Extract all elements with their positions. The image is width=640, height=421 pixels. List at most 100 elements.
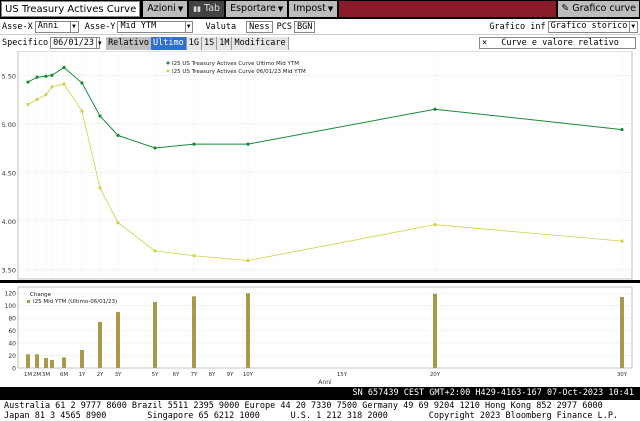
series-point (246, 258, 250, 263)
settings-label: Impost (293, 3, 326, 14)
y-tick-label: 0 (12, 366, 16, 373)
series-point (153, 146, 157, 150)
series-point (246, 142, 250, 146)
series-point (50, 73, 54, 77)
series-point (192, 254, 196, 258)
chevron-down-icon: ▼ (629, 21, 635, 32)
currency-label: Valuta (205, 21, 237, 32)
series-point (62, 82, 66, 86)
change-bar (246, 293, 250, 368)
y-axis-label: Asse-Y (84, 21, 116, 32)
actions-menu[interactable]: Azioni ▼ (143, 1, 188, 17)
currency-value: Ness (249, 21, 270, 32)
series-point (98, 114, 102, 118)
series-point (620, 239, 624, 243)
pcs-label: PCS (276, 21, 292, 32)
settings-menu[interactable]: Impost ▼ (289, 1, 338, 17)
currency-select[interactable]: Ness (246, 20, 273, 33)
x-tick-label: 9Y (227, 372, 234, 378)
period-ultimo[interactable]: Ultimo (151, 36, 187, 50)
legend-marker (166, 69, 170, 73)
series-point (80, 81, 84, 85)
series-point (620, 127, 624, 132)
chevron-down-icon: ▼ (70, 21, 76, 32)
yield-curve-chart: 3.50 4.00 4.50 5.00 5.50 I25 US Treasury Acti… (0, 50, 640, 386)
change-legend-marker (27, 300, 30, 303)
actions-label: Azioni (147, 3, 176, 14)
change-bar (26, 354, 30, 368)
x-tick-label: 30Y (617, 372, 628, 378)
chevron-down-icon: ▼ (184, 21, 191, 32)
change-bar (192, 296, 196, 368)
close-icon[interactable]: × (482, 38, 487, 48)
period-1s[interactable]: 1S (201, 36, 218, 50)
y-tick-label: 4.00 (2, 218, 16, 226)
y-tick-label: 5.00 (2, 121, 16, 129)
series-point (433, 107, 437, 111)
change-bar (62, 357, 66, 368)
change-bar (49, 359, 54, 368)
series-point (50, 85, 54, 89)
y-tick-label: 100 (5, 303, 17, 310)
y-tick-label: 80 (8, 316, 16, 323)
period-modify[interactable]: Modificare (232, 36, 289, 50)
y-tick-label: 40 (8, 341, 16, 348)
graph-info-value: Grafico storico (550, 21, 628, 31)
y-axis-select[interactable]: Mid YTM ▼ (117, 20, 194, 33)
graph-info-select[interactable]: Grafico storico ▼ (547, 20, 638, 33)
toolbar: US Treasury Actives Curve Azioni ▼ ▮▮ Ta… (0, 0, 640, 18)
change-panel: 0 20 40 60 80 100 120 ChangeI25 Mid YTM (Ultimo… (5, 286, 633, 386)
controls-row-axes: Asse-X Anni ▼ Asse-Y Mid YTM ▼ Valuta Ne… (0, 19, 640, 35)
graph-info-label: Grafico inf (489, 21, 546, 32)
x-axis-label: Anni (318, 379, 332, 386)
period-1m[interactable]: 1M (217, 36, 233, 50)
series-point (26, 80, 30, 84)
x-axis-value: Anni (37, 21, 59, 31)
chevron-down-icon: ▼ (177, 5, 184, 13)
x-tick-label: 1M (24, 372, 32, 378)
specific-date-field[interactable]: 06/01/23 ▼ (50, 37, 102, 49)
period-1g[interactable]: 1G (186, 36, 202, 50)
series-point (116, 221, 120, 225)
legend-entry: I25 US Treasury Actives Curve 06/01/23 M… (172, 69, 306, 75)
controls-row-periods: Specifico 06/01/23 ▼ Relativo Ultimo 1G … (0, 35, 640, 51)
series-point (35, 97, 39, 102)
tab-label: Tab (204, 3, 221, 14)
series-point (153, 249, 157, 253)
change-bar (153, 301, 157, 368)
y-tick-label: 4.50 (2, 169, 16, 177)
chevron-down-icon: ▼ (96, 37, 102, 49)
series-point (192, 142, 196, 146)
curve-relative-label: Curve e valore relativo (501, 38, 619, 48)
x-tick-label: 7Y (191, 372, 198, 378)
tab-button[interactable]: ▮▮ Tab (189, 1, 225, 17)
y-tick-label: 120 (5, 291, 17, 298)
specific-label: Specifico (2, 38, 49, 48)
status-bar: SN 657439 CEST GMT+2:00 H429-4163-167 07… (0, 388, 640, 398)
pcs-field[interactable]: BGN (294, 20, 316, 33)
x-tick-label: 15Y (337, 372, 348, 378)
change-bar (620, 296, 624, 368)
y-tick-label: 3.50 (2, 266, 16, 274)
x-tick-label: 3M (42, 372, 50, 378)
y-tick-label: 20 (8, 353, 16, 360)
x-tick-label: 6M (60, 372, 68, 378)
x-axis-select[interactable]: Anni ▼ (34, 20, 79, 33)
x-tick-label: 20Y (430, 372, 441, 378)
graph-curves-button[interactable]: ✎ Grafico curve (558, 1, 639, 17)
yield-plot-frame (17, 50, 633, 280)
export-menu[interactable]: Esportare ▼ (226, 1, 288, 17)
x-tick-label: 2M (33, 372, 41, 378)
x-tick-label: 10Y (243, 372, 254, 378)
specific-date-value: 06/01/23 (53, 37, 95, 48)
export-label: Esportare (230, 3, 276, 14)
series-point (44, 93, 48, 97)
y-tick-label: 60 (8, 328, 16, 335)
window-title: US Treasury Actives Curve (1, 1, 141, 17)
chevron-down-icon: ▼ (277, 5, 284, 13)
x-tick-label: 6Y (173, 372, 180, 378)
change-bar (116, 311, 120, 368)
curve-relative-panel[interactable]: × Curve e valore relativo (479, 37, 636, 49)
change-bar (44, 358, 48, 368)
contact-line-2: Japan 81 3 4565 8900 Singapore 65 6212 1… (4, 411, 619, 421)
